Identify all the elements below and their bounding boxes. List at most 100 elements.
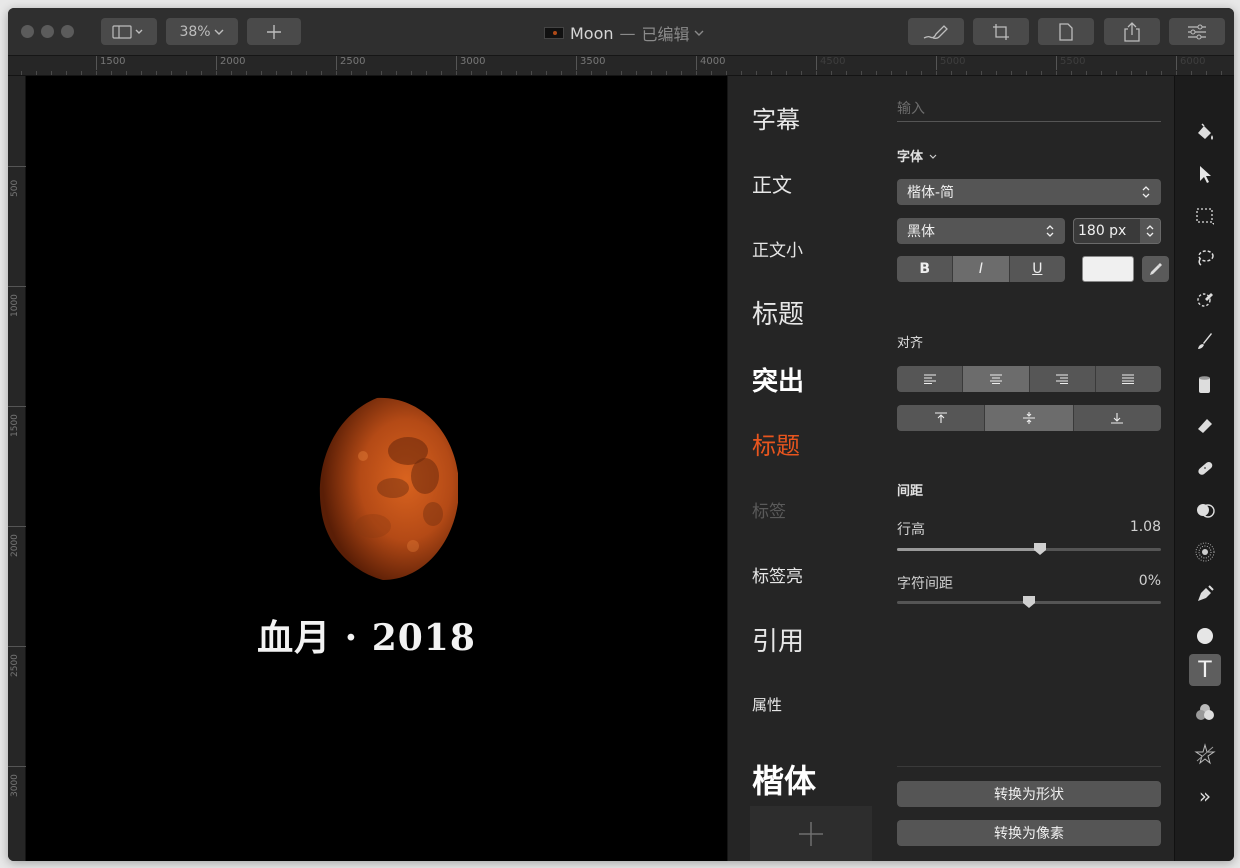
canvas-text-layer[interactable]: 血月 · 2018	[26, 609, 727, 661]
style-preset-title-accent[interactable]: 标题	[752, 426, 800, 461]
tool-marquee[interactable]	[1189, 200, 1221, 232]
style-preset-body[interactable]: 正文	[752, 169, 792, 198]
share-button[interactable]	[1104, 18, 1160, 45]
tool-shape[interactable]	[1189, 620, 1221, 652]
ruler-minor-tick	[876, 71, 877, 75]
letter-spacing-slider-thumb[interactable]	[1022, 595, 1036, 609]
tool-paint-bucket[interactable]	[1189, 368, 1221, 400]
ruler-tick-label: 500	[8, 166, 26, 197]
letter-spacing-slider[interactable]	[897, 596, 1161, 608]
paint-bucket-icon	[1198, 123, 1213, 140]
ruler-minor-tick	[591, 71, 592, 75]
more-tools-button[interactable]: »	[1189, 780, 1221, 812]
convert-to-pixels-button[interactable]: 转换为像素	[897, 820, 1161, 846]
font-size-stepper-arrows[interactable]	[1140, 219, 1160, 243]
line-height-slider[interactable]	[897, 543, 1161, 555]
chevron-down-icon	[694, 30, 704, 36]
style-preset-body-small[interactable]: 正文小	[752, 236, 803, 261]
document-icon	[1059, 22, 1073, 41]
style-preset-quote[interactable]: 引用	[752, 621, 804, 658]
convert-to-shape-button[interactable]: 转换为形状	[897, 781, 1161, 807]
underline-button[interactable]: U	[1010, 256, 1065, 282]
text-color-swatch[interactable]	[1082, 256, 1134, 282]
zoom-window-button[interactable]	[61, 25, 74, 38]
ruler-minor-tick	[186, 71, 187, 75]
tool-healing[interactable]	[1189, 452, 1221, 484]
font-section-label[interactable]: 字体	[897, 146, 938, 165]
bold-button[interactable]: B	[897, 256, 954, 282]
ruler-minor-tick	[336, 71, 337, 75]
align-bottom-button[interactable]	[1074, 405, 1161, 431]
ruler-minor-tick	[1086, 71, 1087, 75]
tool-blur[interactable]	[1189, 536, 1221, 568]
ruler-tick-label: 6000	[1176, 56, 1205, 70]
crop-button[interactable]	[973, 18, 1029, 45]
text-input[interactable]: 输入	[897, 96, 1161, 122]
document-button[interactable]	[1038, 18, 1094, 45]
retouch-button[interactable]	[908, 18, 964, 45]
style-preset-attribute[interactable]: 属性	[752, 694, 782, 715]
align-middle-button[interactable]	[985, 405, 1074, 431]
add-layer-button[interactable]	[247, 18, 301, 45]
clone-stamp-icon	[1197, 504, 1215, 518]
ruler-tick-label: 2000	[8, 526, 26, 557]
style-preset-caption[interactable]: 字幕	[752, 100, 800, 135]
ruler-minor-tick	[1131, 71, 1132, 75]
style-preset-tag-bright[interactable]: 标签亮	[752, 562, 803, 587]
ruler-minor-tick	[231, 71, 232, 75]
tool-brush[interactable]	[1189, 326, 1221, 358]
tool-arrange[interactable]	[1189, 116, 1221, 148]
tool-select[interactable]	[1189, 158, 1221, 190]
spacing-section-label: 间距	[897, 484, 924, 499]
ruler-tick-text: 1500	[10, 414, 20, 437]
ruler-tick-text: 500	[10, 179, 20, 197]
ruler-minor-tick	[246, 71, 247, 75]
style-preset-tag[interactable]: 标签	[752, 497, 786, 522]
tool-pen[interactable]	[1189, 578, 1221, 610]
style-preset-kaiti[interactable]: 楷体	[752, 756, 816, 802]
style-preset-title[interactable]: 标题	[752, 294, 804, 331]
color-circles-icon	[1196, 704, 1214, 720]
align-section-label: 对齐	[897, 336, 924, 351]
style-preset-highlight[interactable]: 突出	[752, 361, 804, 398]
image-canvas[interactable]: 血月 · 2018	[26, 76, 727, 861]
align-top-button[interactable]	[897, 405, 986, 431]
ruler-minor-tick	[681, 71, 682, 75]
line-height-slider-thumb[interactable]	[1033, 542, 1047, 556]
align-right-button[interactable]	[1030, 366, 1096, 392]
ruler-tick-label: 3500	[576, 56, 605, 70]
adjustments-button[interactable]	[1169, 18, 1225, 45]
tool-quick-selection[interactable]	[1189, 284, 1221, 316]
blur-icon	[1195, 542, 1215, 562]
double-chevron-right-icon: »	[1198, 784, 1212, 808]
ruler-minor-tick	[381, 71, 382, 75]
tool-strip: T »	[1174, 76, 1234, 861]
align-center-icon	[989, 374, 1002, 384]
tool-eraser[interactable]	[1189, 410, 1221, 442]
tool-color-adjust[interactable]	[1189, 696, 1221, 728]
italic-button[interactable]: I	[953, 256, 1010, 282]
eyedropper-button[interactable]	[1142, 256, 1169, 282]
document-title[interactable]: Moon — 已编辑	[544, 21, 705, 45]
tool-text[interactable]: T	[1189, 654, 1221, 686]
arrow-pointer-icon	[1200, 166, 1211, 183]
align-center-button[interactable]	[963, 366, 1030, 392]
zoom-dropdown[interactable]: 38%	[166, 18, 238, 45]
align-left-button[interactable]	[897, 366, 964, 392]
minimize-window-button[interactable]	[41, 25, 54, 38]
font-style-select[interactable]: 黑体	[897, 218, 1065, 244]
ruler-minor-tick	[561, 71, 562, 75]
ruler-minor-tick	[1026, 71, 1027, 75]
ruler-minor-tick	[741, 71, 742, 75]
ruler-minor-tick	[36, 71, 37, 75]
sidebar-toggle-button[interactable]	[101, 18, 157, 45]
tool-clone[interactable]	[1189, 494, 1221, 526]
close-window-button[interactable]	[21, 25, 34, 38]
tool-lasso[interactable]	[1189, 242, 1221, 274]
align-justify-button[interactable]	[1096, 366, 1161, 392]
font-size-stepper[interactable]: 180 px	[1073, 218, 1161, 244]
font-family-select[interactable]: 楷体-简	[897, 179, 1161, 205]
tool-effects[interactable]	[1189, 738, 1221, 770]
add-style-button[interactable]	[750, 806, 872, 861]
ruler-minor-tick	[606, 71, 607, 75]
